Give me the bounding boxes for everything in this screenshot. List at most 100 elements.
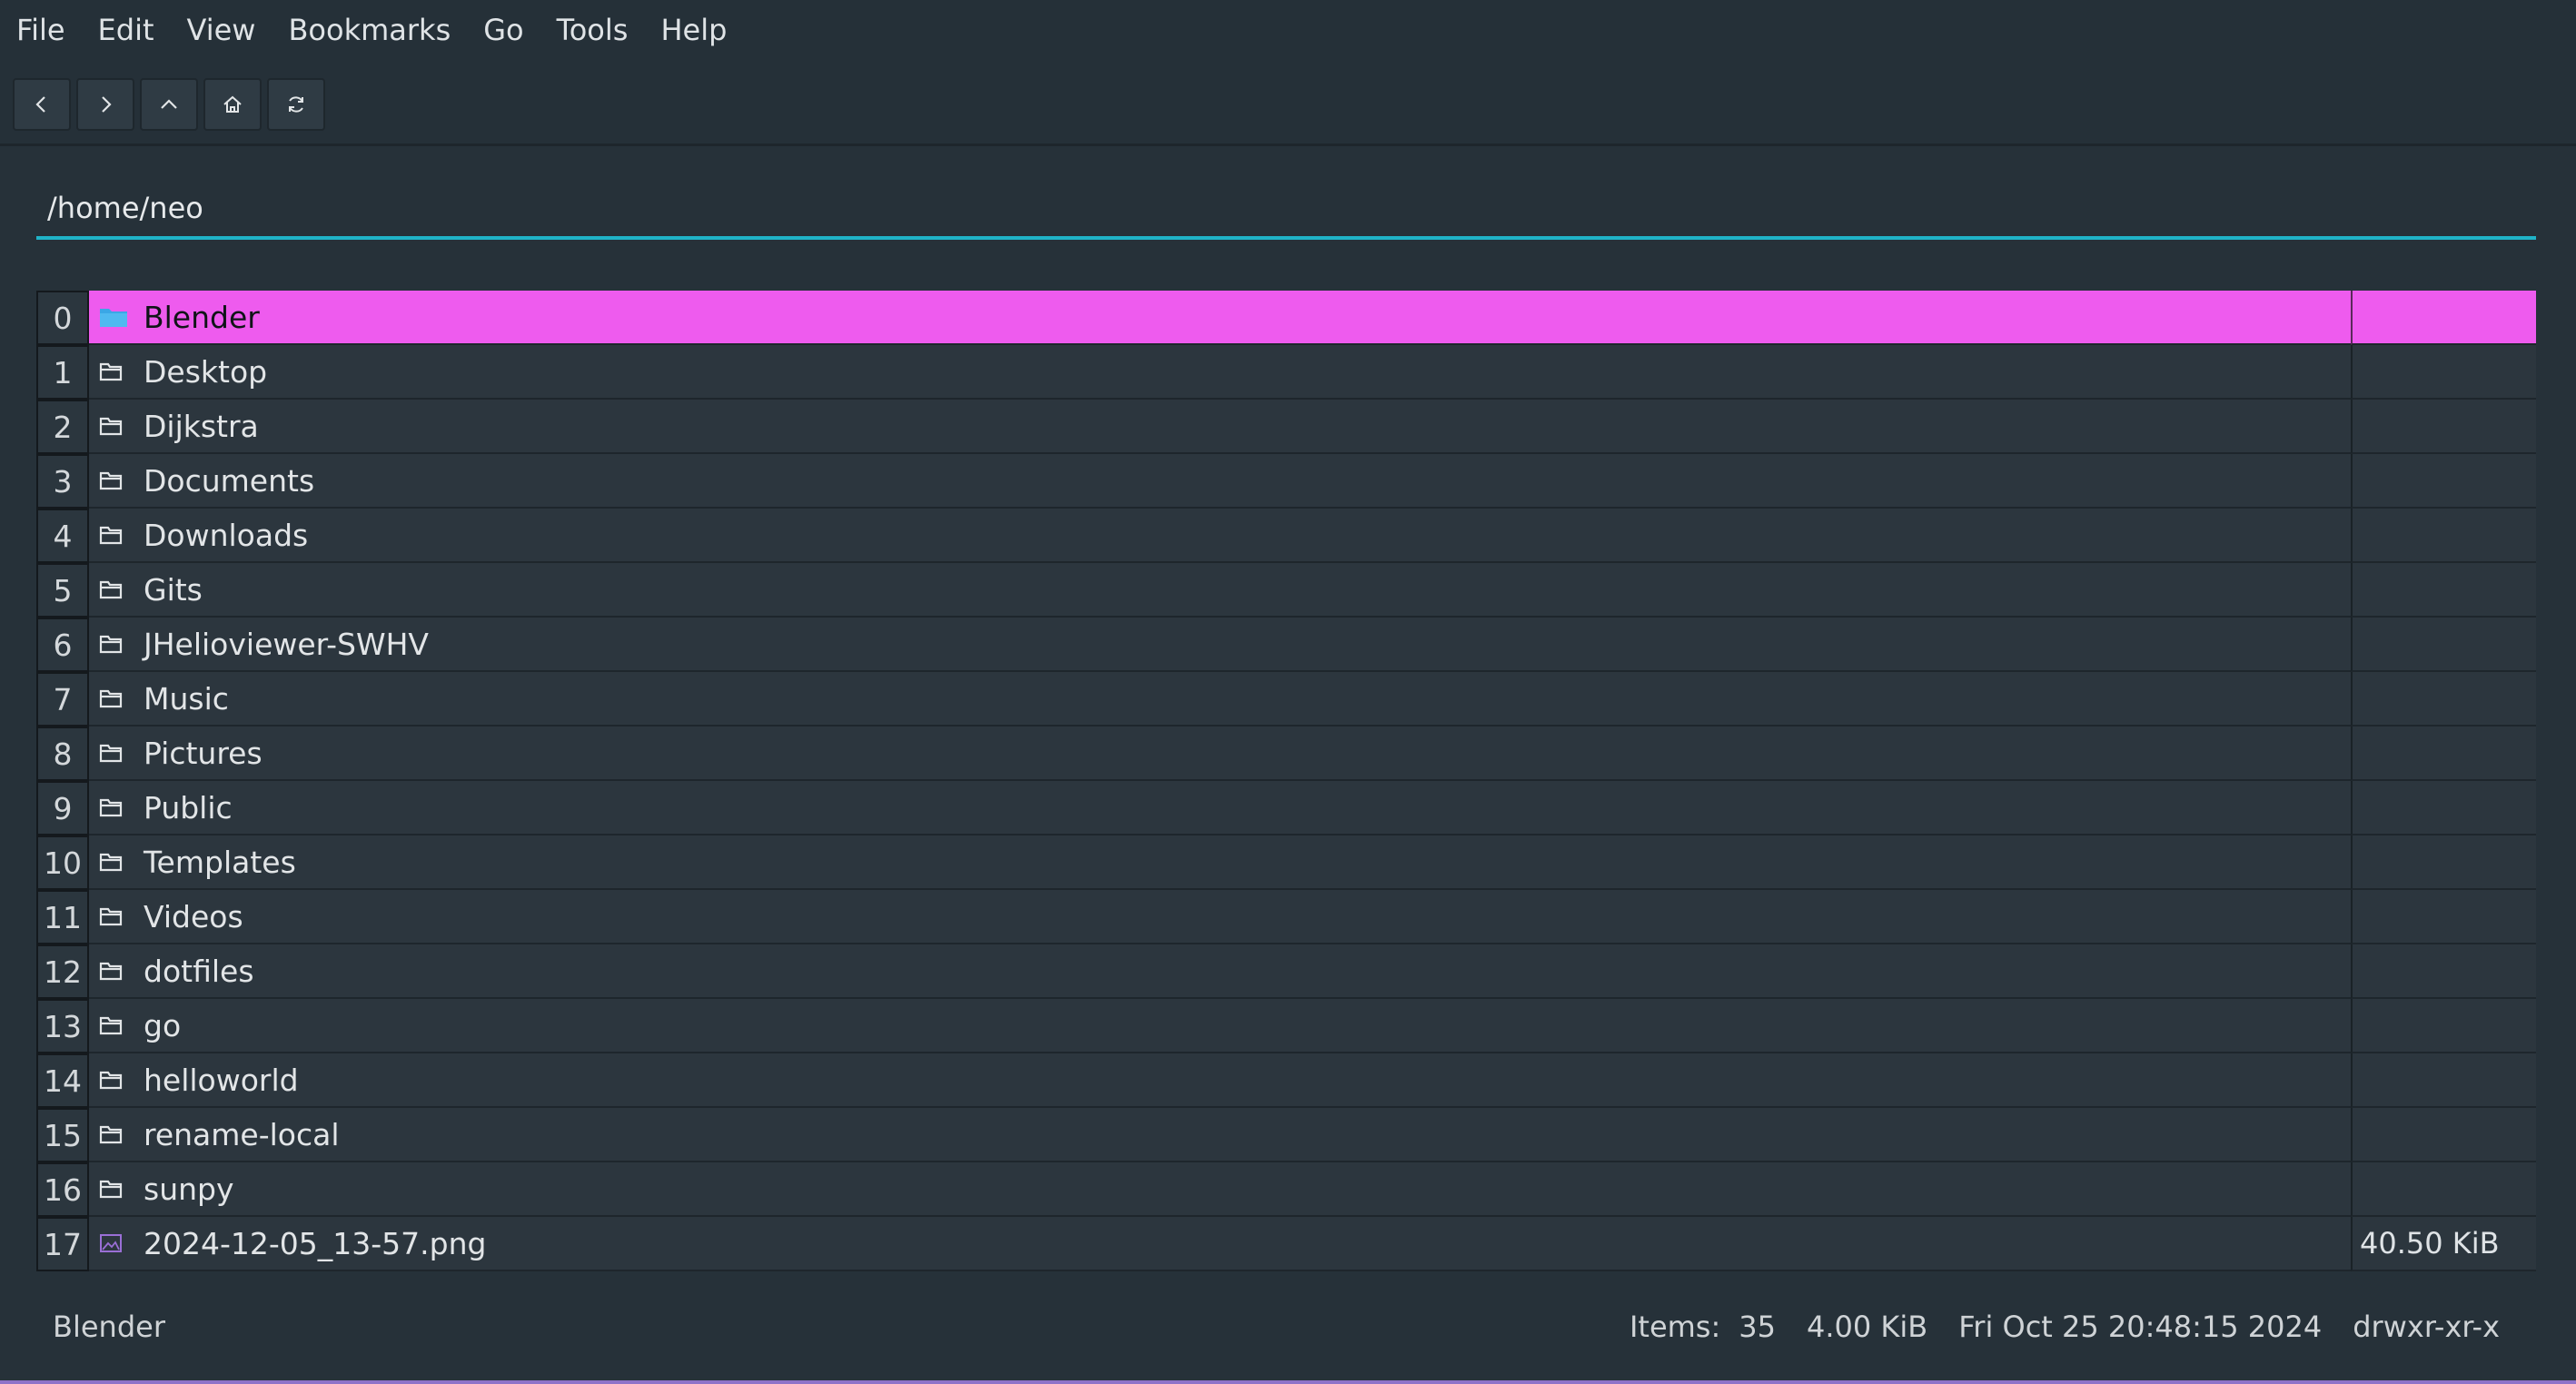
name-cell[interactable]: sunpy [89,1162,2387,1217]
file-row[interactable]: 14 helloworld [36,1053,2536,1108]
menu-view[interactable]: View [171,0,272,60]
name-cell[interactable]: dotfiles [89,944,2387,999]
row-index: 17 [36,1217,89,1271]
file-name: sunpy [144,1171,234,1207]
size-cell: 40.50 KiB [2351,1217,2536,1271]
row-index: 14 [36,1053,89,1108]
forward-button[interactable] [76,78,134,131]
up-icon [161,99,177,109]
back-button[interactable] [13,78,71,131]
row-index: 10 [36,835,89,890]
file-row[interactable]: 12 dotfiles [36,944,2536,999]
file-name: go [144,1007,182,1043]
name-cell[interactable]: Documents [89,454,2387,509]
file-manager-window: File Edit View Bookmarks Go Tools Help 0… [0,0,2576,1384]
name-cell[interactable]: Templates [89,835,2387,890]
file-name: dotfiles [144,953,254,989]
file-name: Videos [144,898,243,934]
folder-icon [98,574,129,605]
name-cell[interactable]: Downloads [89,509,2387,563]
row-index: 13 [36,999,89,1053]
size-cell [2351,454,2536,509]
file-row[interactable]: 3 Documents [36,454,2536,509]
status-bar: Blender Items: 35 4.00 KiB Fri Oct 25 20… [0,1299,2576,1359]
menu-file[interactable]: File [0,0,82,60]
folder-icon [98,846,129,877]
name-cell[interactable]: JHelioviewer-SWHV [89,618,2387,672]
file-name: Downloads [144,517,309,553]
row-index: 12 [36,944,89,999]
name-cell[interactable]: go [89,999,2387,1053]
size-cell [2351,672,2536,727]
name-cell[interactable]: Pictures [89,727,2387,781]
refresh-button[interactable] [267,78,325,131]
refresh-icon [289,96,303,113]
name-cell[interactable]: rename-local [89,1108,2387,1162]
menu-help[interactable]: Help [644,0,743,60]
size-cell [2351,509,2536,563]
path-input[interactable] [36,182,2536,234]
size-cell [2351,1053,2536,1108]
name-cell[interactable]: helloworld [89,1053,2387,1108]
file-row[interactable]: 5 Gits [36,563,2536,618]
name-cell[interactable]: Blender [89,291,2387,345]
size-cell [2351,890,2536,944]
file-row[interactable]: 10 Templates [36,835,2536,890]
menu-bookmarks[interactable]: Bookmarks [272,0,467,60]
menu-edit[interactable]: Edit [82,0,171,60]
file-row[interactable]: 4 Downloads [36,509,2536,563]
folder-icon [98,302,129,332]
file-row[interactable]: 6 JHelioviewer-SWHV [36,618,2536,672]
file-row[interactable]: 16 sunpy [36,1162,2536,1217]
size-cell [2351,944,2536,999]
file-row[interactable]: 11 Videos [36,890,2536,944]
file-row[interactable]: 0 Blender [36,291,2536,345]
file-row[interactable]: 9 Public [36,781,2536,835]
row-index: 15 [36,1108,89,1162]
row-index: 8 [36,727,89,781]
size-cell [2351,618,2536,672]
size-cell [2351,291,2536,345]
size-cell [2351,563,2536,618]
back-icon [35,96,45,113]
row-index: 6 [36,618,89,672]
name-cell[interactable]: Music [89,672,2387,727]
status-modified: Fri Oct 25 20:48:15 2024 [1958,1310,2323,1344]
folder-icon [98,628,129,659]
up-button[interactable] [140,78,198,131]
file-name: Blender [144,299,260,335]
name-cell[interactable]: Dijkstra [89,400,2387,454]
name-cell[interactable]: 2024-12-05_13-57.png [89,1217,2387,1271]
file-name: Music [144,680,229,717]
name-cell[interactable]: Videos [89,890,2387,944]
row-index: 9 [36,781,89,835]
size-cell [2351,835,2536,890]
name-cell[interactable]: Desktop [89,345,2387,400]
folder-icon [98,465,129,496]
file-row[interactable]: 7 Music [36,672,2536,727]
folder-icon [98,410,129,441]
image-file-icon [98,1228,129,1259]
folder-icon [98,683,129,714]
name-cell[interactable]: Gits [89,563,2387,618]
file-name: Templates [144,844,296,880]
file-row[interactable]: 17 2024-12-05_13-57.png 40.50 KiB [36,1217,2536,1271]
file-row[interactable]: 15 rename-local [36,1108,2536,1162]
file-row[interactable]: 8 Pictures [36,727,2536,781]
file-row[interactable]: 2 Dijkstra [36,400,2536,454]
folder-icon [98,737,129,768]
folder-icon [98,955,129,986]
file-table: 0 Blender 1 Desktop 2 Dijkstra 3 Documents 4 Down… [36,291,2536,1271]
menu-go[interactable]: Go [467,0,540,60]
file-name: Gits [144,571,203,608]
file-row[interactable]: 13 go [36,999,2536,1053]
file-row[interactable]: 1 Desktop [36,345,2536,400]
row-index: 2 [36,400,89,454]
name-cell[interactable]: Public [89,781,2387,835]
row-index: 11 [36,890,89,944]
size-cell [2351,999,2536,1053]
size-cell [2351,727,2536,781]
menu-tools[interactable]: Tools [540,0,645,60]
home-button[interactable] [203,78,262,131]
status-size: 4.00 KiB [1806,1310,1928,1344]
